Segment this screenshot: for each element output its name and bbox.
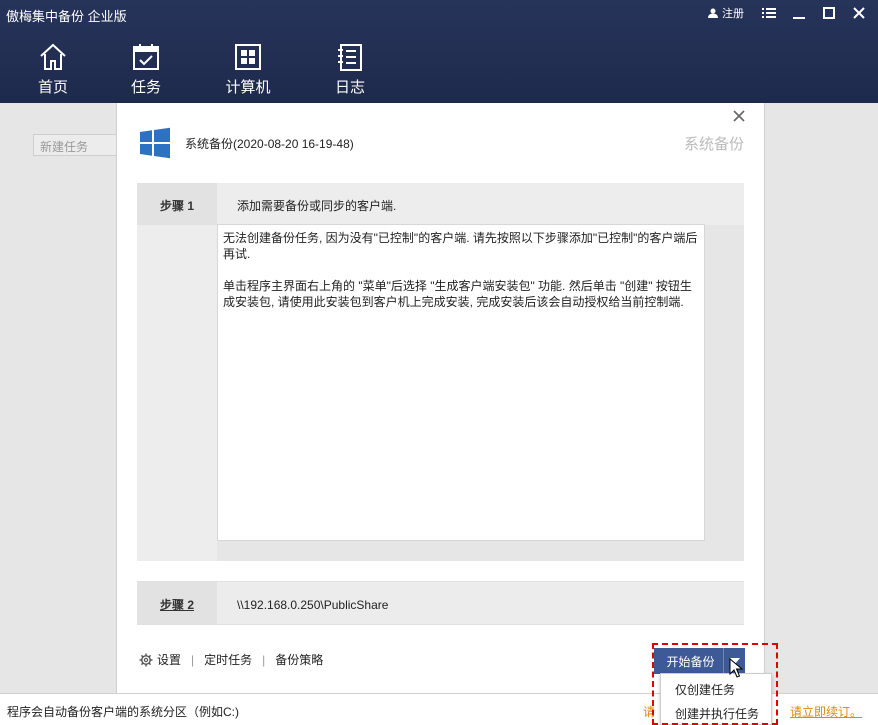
nav-task-label: 任务 <box>130 79 161 96</box>
close-icon <box>853 7 865 19</box>
dialog-header: 系统备份(2020-08-20 16-19-48) <box>139 127 354 159</box>
menu-button[interactable] <box>758 4 780 22</box>
maximize-icon <box>823 7 835 19</box>
register-button[interactable]: 注册 <box>707 5 744 21</box>
log-icon <box>333 40 367 74</box>
renew-link[interactable]: 请立即续订。 <box>790 703 862 720</box>
title-bar: 傲梅集中备份 企业版 注册 首页 任务 计算机 日志 <box>0 0 878 103</box>
start-backup-menu: 仅创建任务 创建并执行任务 <box>660 673 772 725</box>
nav-log[interactable]: 日志 <box>310 40 390 100</box>
close-window-button[interactable] <box>848 4 870 22</box>
dialog-footer-links: 设置 | 定时任务 | 备份策略 <box>139 651 323 668</box>
divider: | <box>262 652 266 667</box>
message-paragraph-2: 单击程序主界面右上角的 "菜单"后选择 "生成客户端安装包" 功能. 然后单击 … <box>223 279 692 309</box>
menu-item-create-only[interactable]: 仅创建任务 <box>661 674 771 698</box>
task-icon <box>129 40 163 74</box>
new-task-field[interactable]: 新建任务 <box>33 134 119 156</box>
settings-link[interactable]: 设置 <box>157 651 181 668</box>
computer-icon <box>231 40 265 74</box>
message-paragraph-1: 无法创建备份任务, 因为没有"已控制"的客户端. 请先按照以下步骤添加"已控制"… <box>223 231 698 261</box>
nav-home[interactable]: 首页 <box>0 40 106 100</box>
step1-label: 步骤 1 <box>137 183 217 225</box>
backup-dialog: 系统备份(2020-08-20 16-19-48) 系统备份 步骤 1 添加需要… <box>116 103 765 693</box>
user-icon <box>708 8 718 18</box>
main-nav: 首页 任务 计算机 日志 <box>0 40 390 100</box>
mouse-cursor-icon <box>729 658 743 678</box>
dialog-close-button[interactable] <box>732 109 748 125</box>
status-text: 程序会自动备份客户端的系统分区（例如C:) <box>7 705 239 719</box>
minimize-button[interactable] <box>788 4 810 22</box>
minimize-icon <box>793 17 805 19</box>
close-icon <box>733 110 745 122</box>
dialog-title: 系统备份(2020-08-20 16-19-48) <box>185 136 354 151</box>
gear-icon <box>139 653 153 666</box>
register-label: 注册 <box>722 8 744 20</box>
nav-log-label: 日志 <box>334 79 365 96</box>
schedule-link[interactable]: 定时任务 <box>204 651 252 668</box>
nav-task[interactable]: 任务 <box>106 40 186 100</box>
app-title: 傲梅集中备份 企业版 <box>6 9 127 24</box>
menu-item-create-and-run[interactable]: 创建并执行任务 <box>661 698 771 722</box>
home-icon <box>36 40 70 74</box>
nav-home-label: 首页 <box>37 79 68 96</box>
nav-computer-label: 计算机 <box>225 79 271 96</box>
maximize-button[interactable] <box>818 4 840 22</box>
step1-description: 添加需要备份或同步的客户端. <box>237 199 397 213</box>
strategy-link[interactable]: 备份策略 <box>275 651 323 668</box>
step2-panel[interactable]: 步骤 2 \\192.168.0.250\PublicShare <box>137 581 744 625</box>
nav-computer[interactable]: 计算机 <box>186 40 310 100</box>
step1-message-box: 无法创建备份任务, 因为没有"已控制"的客户端. 请先按照以下步骤添加"已控制"… <box>217 224 705 541</box>
step2-label[interactable]: 步骤 2 <box>137 582 217 624</box>
status-link-left[interactable]: 请 <box>643 703 655 720</box>
step2-destination: \\192.168.0.250\PublicShare <box>237 598 389 612</box>
divider: | <box>191 652 195 667</box>
windows-logo-icon <box>140 127 170 159</box>
start-backup-label: 开始备份 <box>666 654 715 669</box>
window-controls: 注册 <box>707 4 870 22</box>
dialog-watermark: 系统备份 <box>683 136 744 153</box>
menu-icon <box>762 8 776 18</box>
